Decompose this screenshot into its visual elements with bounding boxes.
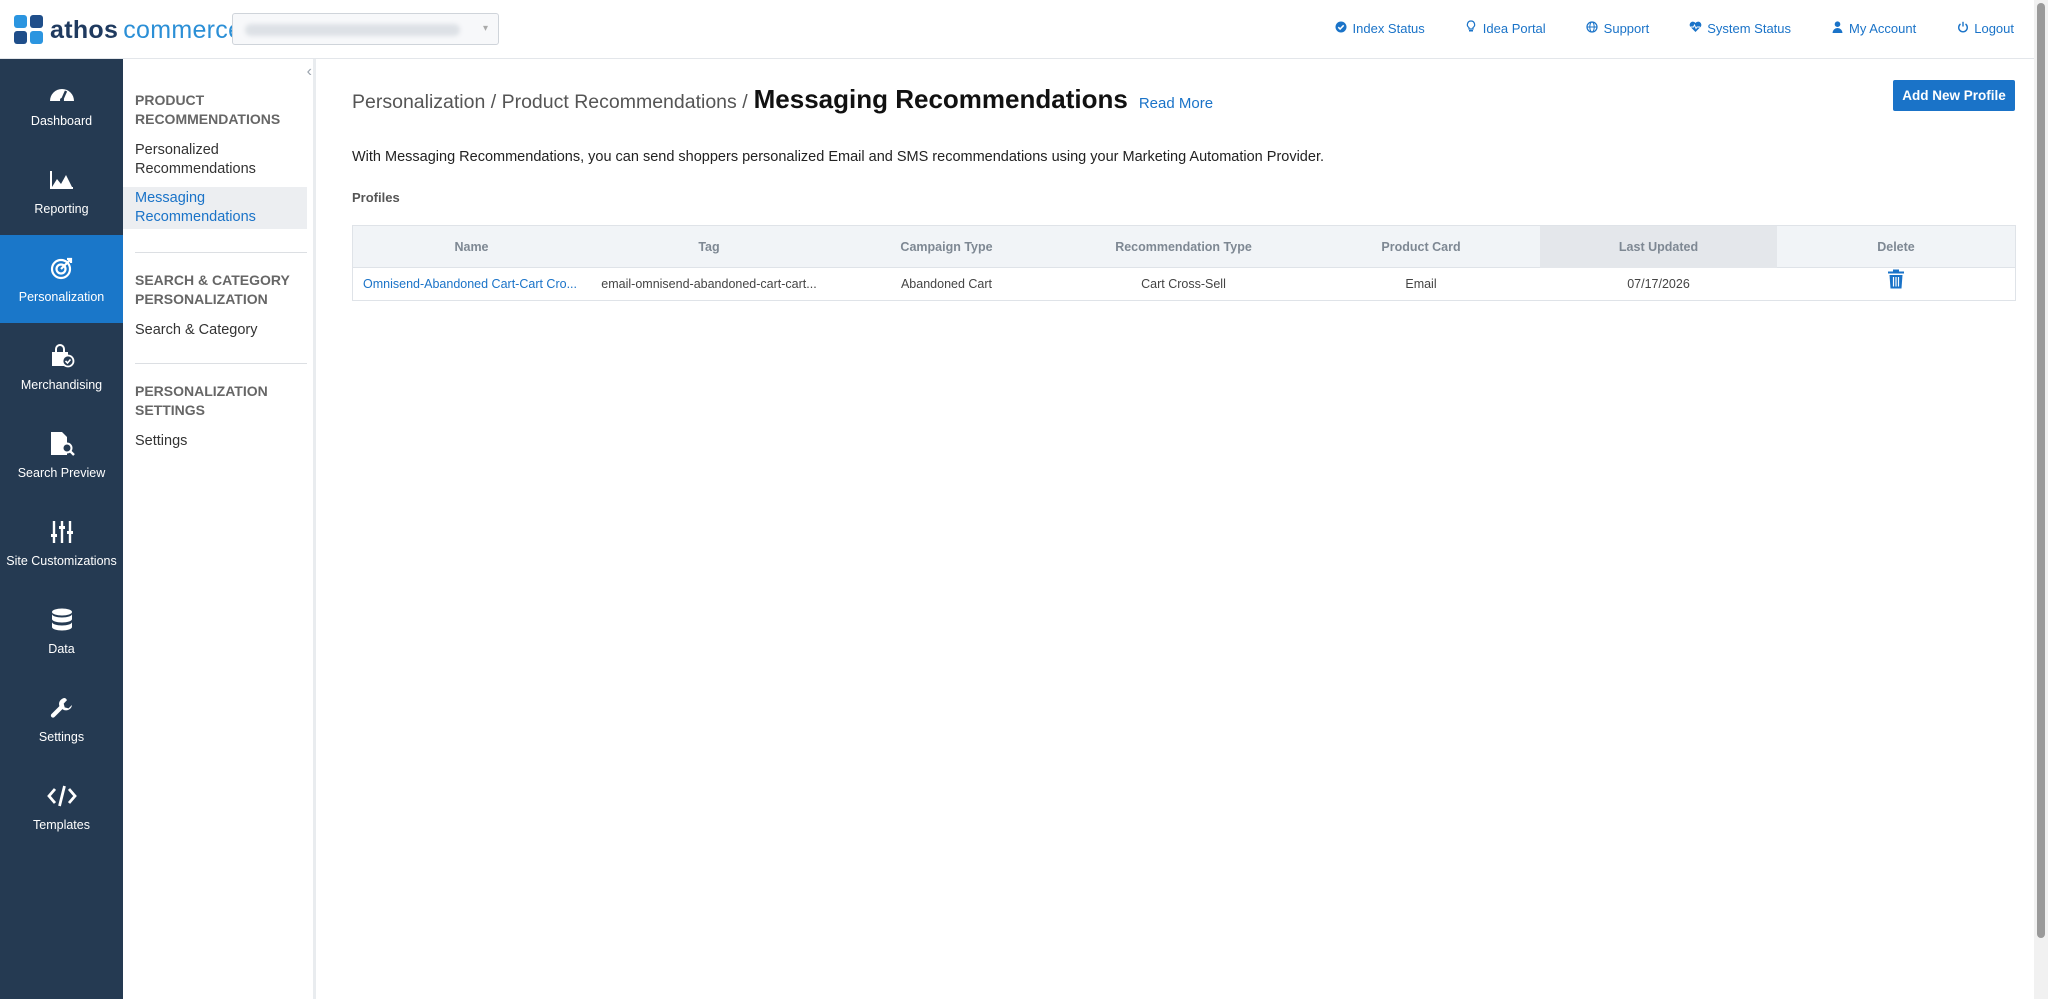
system-status-label: System Status (1707, 20, 1792, 36)
area-chart-icon (0, 167, 123, 193)
sidenav-item-search-preview[interactable]: Search Preview (0, 411, 123, 499)
support-link[interactable]: Support (1586, 20, 1650, 36)
site-selector-value (245, 24, 460, 36)
top-nav: Index Status Idea Portal Support System … (1295, 20, 2014, 36)
power-icon (1956, 21, 1969, 36)
sidenav-label: Site Customizations (6, 554, 117, 568)
page-description: With Messaging Recommendations, you can … (352, 149, 1324, 165)
subnav-section-title: SEARCH & CATEGORY PERSONALIZATION (135, 272, 290, 307)
main-content: Personalization / Product Recommendation… (319, 59, 2034, 999)
profile-name-link[interactable]: Omnisend-Abandoned Cart-Cart Cro... (353, 268, 590, 300)
divider (135, 363, 307, 364)
index-status-label: Index Status (1352, 20, 1425, 36)
column-header-last-updated[interactable]: Last Updated (1540, 226, 1777, 268)
sidenav-item-merchandising[interactable]: Merchandising (0, 323, 123, 411)
idea-portal-link[interactable]: Idea Portal (1465, 20, 1546, 36)
profile-product-card: Email (1405, 277, 1437, 291)
lightbulb-icon (1465, 20, 1478, 36)
system-status-link[interactable]: System Status (1689, 20, 1791, 36)
sidenav-label: Reporting (34, 202, 89, 216)
logout-label: Logout (1974, 20, 2014, 36)
sidenav-label: Dashboard (30, 114, 93, 128)
table-header: Name Tag Campaign Type Recommendation Ty… (353, 226, 2015, 268)
read-more-link[interactable]: Read More (1139, 95, 1213, 112)
sidenav-item-personalization[interactable]: Personalization (0, 235, 123, 323)
site-selector[interactable]: ▾ (232, 13, 499, 45)
profile-recommendation-type: Cart Cross-Sell (1141, 277, 1226, 291)
idea-portal-label: Idea Portal (1482, 20, 1546, 36)
logo-text: athos commerce (50, 15, 243, 44)
sidenav-label: Merchandising (20, 378, 103, 392)
profiles-heading: Profiles (352, 190, 400, 205)
column-header-delete: Delete (1877, 240, 1915, 254)
support-label: Support (1603, 20, 1650, 36)
sidenav-item-data[interactable]: Data (0, 587, 123, 675)
delete-cell (1777, 268, 2015, 300)
document-search-icon (0, 431, 123, 457)
user-icon (1831, 20, 1844, 36)
sidenav-item-settings[interactable]: Settings (0, 675, 123, 763)
sidenav-label: Templates (33, 818, 90, 832)
profiles-table: Name Tag Campaign Type Recommendation Ty… (352, 225, 2016, 301)
index-status-link[interactable]: Index Status (1335, 20, 1425, 36)
column-header-recommendation-type[interactable]: Recommendation Type (1065, 226, 1302, 268)
add-new-profile-button[interactable]: Add New Profile (1893, 80, 2015, 111)
page-scrollbar[interactable] (2034, 0, 2048, 999)
column-header-product-card[interactable]: Product Card (1302, 226, 1540, 268)
logo-mark-icon (14, 15, 44, 45)
my-account-link[interactable]: My Account (1831, 20, 1916, 36)
scrollbar-thumb[interactable] (2037, 3, 2045, 938)
heartbeat-icon (1689, 21, 1702, 36)
profile-campaign-type: Abandoned Cart (900, 277, 993, 291)
trash-icon[interactable] (1887, 269, 1905, 300)
subnav-item-personalized-recommendations[interactable]: Personalized Recommendations (123, 141, 307, 179)
my-account-label: My Account (1849, 20, 1917, 36)
breadcrumb: Personalization / Product Recommendation… (352, 84, 1213, 115)
sidenav-item-site-customizations[interactable]: Site Customizations (0, 499, 123, 587)
athos-commerce-logo[interactable]: athos commerce (14, 14, 242, 46)
chevron-left-icon[interactable]: ‹ (307, 63, 312, 81)
subnav-item-settings[interactable]: Settings (123, 432, 307, 451)
column-header-name[interactable]: Name (353, 226, 590, 268)
target-icon (0, 255, 123, 281)
speedometer-icon (0, 79, 123, 105)
sidenav-label: Data (48, 642, 75, 656)
table-row: Omnisend-Abandoned Cart-Cart Cro... emai… (353, 268, 2015, 300)
breadcrumb-path[interactable]: Personalization / Product Recommendation… (352, 91, 748, 114)
check-circle-icon (1335, 21, 1348, 36)
profile-last-updated: 07/17/2026 (1627, 277, 1690, 291)
chevron-down-icon: ▾ (482, 23, 488, 34)
column-header-tag[interactable]: Tag (590, 226, 828, 268)
top-bar: athos commerce ▾ Index Status Idea Portal… (0, 0, 2034, 59)
logout-link[interactable]: Logout (1956, 20, 2014, 36)
page-title: Messaging Recommendations (753, 84, 1128, 114)
sidenav-item-reporting[interactable]: Reporting (0, 147, 123, 235)
sidenav-label: Search Preview (17, 466, 106, 480)
column-header-campaign-type[interactable]: Campaign Type (828, 226, 1065, 268)
subnav-section-title: PRODUCT RECOMMENDATIONS (135, 92, 281, 127)
database-icon (0, 607, 123, 633)
subnav-item-messaging-recommendations[interactable]: Messaging Recommendations (123, 187, 307, 229)
sidenav-item-templates[interactable]: Templates (0, 763, 123, 851)
main-sidebar: Dashboard Reporting Personalization Merc… (0, 59, 123, 999)
profile-tag: email-omnisend-abandoned-cart-cart... (601, 277, 817, 291)
subnav-item-search-category[interactable]: Search & Category (123, 321, 307, 340)
subnav-section-title: PERSONALIZATION SETTINGS (135, 383, 268, 418)
sidenav-label: Settings (38, 730, 85, 744)
sub-sidebar: ‹ PRODUCT RECOMMENDATIONS Personalized R… (123, 59, 316, 999)
sidenav-item-dashboard[interactable]: Dashboard (0, 59, 123, 147)
divider (135, 252, 307, 253)
wrench-icon (0, 695, 123, 721)
sidenav-label: Personalization (18, 290, 105, 304)
code-icon (0, 783, 123, 809)
sliders-icon (0, 519, 123, 545)
globe-icon (1586, 20, 1599, 36)
shopping-bag-icon (0, 343, 123, 369)
